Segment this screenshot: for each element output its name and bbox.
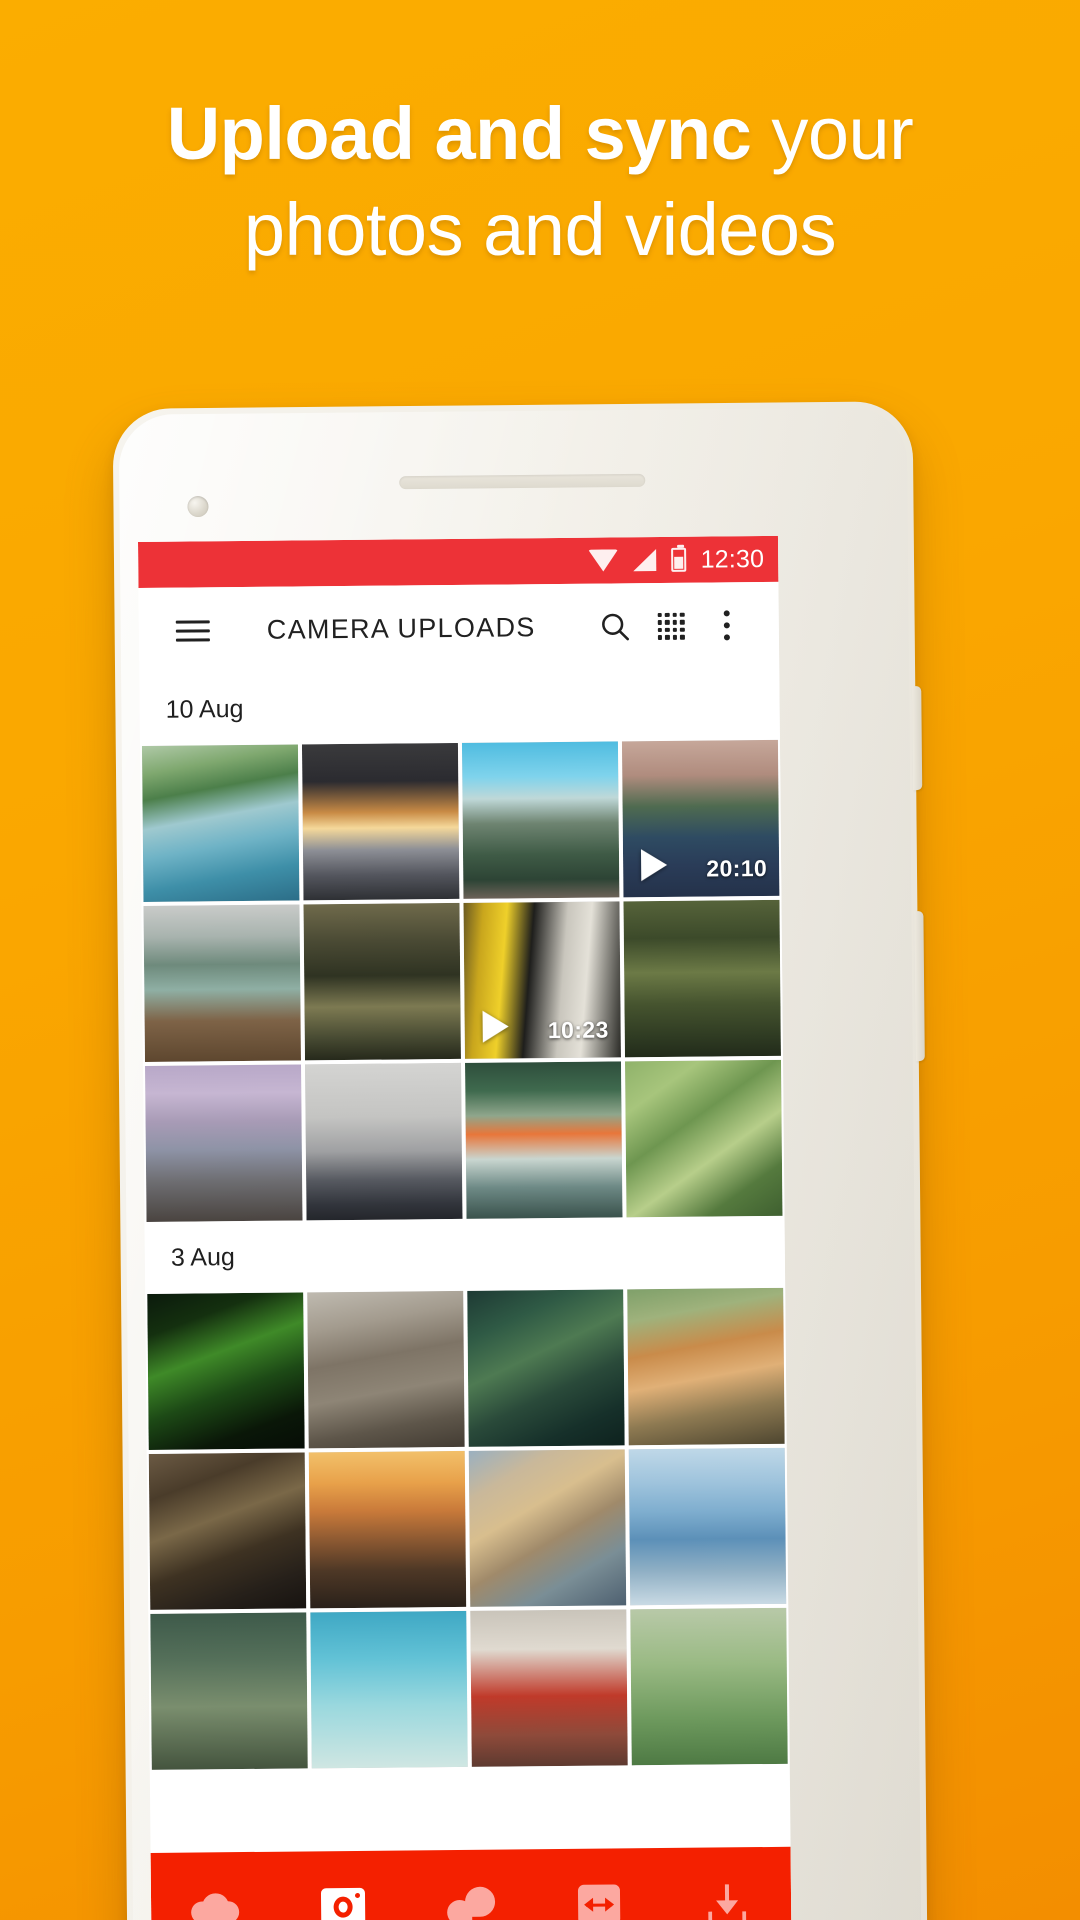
phone-screen: 12:30 CAMERA UPLOADS 10 Aug 20:10 10:23 … — [138, 535, 792, 1920]
battery-icon — [671, 547, 687, 572]
status-clock: 12:30 — [700, 544, 765, 574]
photo-thumbnail[interactable] — [145, 1064, 303, 1222]
cloud-icon — [191, 1893, 239, 1920]
photo-thumbnail[interactable] — [310, 1610, 468, 1769]
overflow-menu-button[interactable] — [699, 597, 756, 654]
toolbar-title: CAMERA UPLOADS — [266, 611, 536, 645]
front-camera-icon — [187, 495, 209, 518]
sunset-sea-stack-photo — [308, 1450, 467, 1609]
glacier-seascape-photo — [628, 1447, 787, 1606]
power-button[interactable] — [912, 686, 923, 791]
status-bar: 12:30 — [138, 535, 779, 588]
headline-rest: your — [751, 92, 914, 175]
photo-thumbnail[interactable] — [305, 1062, 463, 1221]
street-market-photo — [470, 1609, 628, 1767]
search-icon — [602, 613, 629, 641]
photo-thumbnail[interactable] — [307, 1290, 465, 1449]
aerial-river-delta-photo — [467, 1289, 625, 1447]
coral-reef-macro-photo — [468, 1449, 627, 1607]
volume-button[interactable] — [914, 911, 925, 1062]
photo-thumbnail[interactable] — [303, 902, 461, 1061]
green-meadow-photo — [630, 1607, 788, 1766]
photo-thumbnail[interactable] — [627, 1287, 785, 1446]
download-icon — [706, 1882, 748, 1920]
photo-grid: 20:10 10:23 — [139, 739, 785, 1222]
iguana-portrait-photo — [307, 1290, 465, 1449]
impala-deer-photo — [627, 1287, 785, 1446]
play-icon — [482, 1010, 509, 1043]
flamingo-water-photo — [465, 1061, 623, 1219]
alpine-lake-boat-photo — [143, 904, 301, 1062]
headline-line-2: photos and videos — [243, 188, 837, 271]
photo-thumbnail[interactable] — [308, 1450, 467, 1609]
bottom-navigation — [150, 1846, 792, 1920]
video-thumbnail[interactable]: 10:23 — [463, 901, 621, 1059]
grid-view-button[interactable] — [643, 598, 700, 655]
earpiece-speaker — [399, 473, 646, 490]
photo-thumbnail[interactable] — [468, 1449, 627, 1607]
photo-thumbnail[interactable] — [465, 1061, 623, 1219]
photo-thumbnail[interactable] — [467, 1289, 625, 1447]
photo-thumbnail[interactable] — [141, 744, 300, 902]
grey-mountain-ridge-photo — [305, 1062, 463, 1221]
video-duration-badge: 20:10 — [706, 854, 768, 882]
photo-thumbnail[interactable] — [628, 1447, 787, 1606]
nav-cloud[interactable] — [175, 1868, 256, 1920]
mountain-lake-photo — [150, 1612, 308, 1770]
agave-leaves-photo — [625, 1059, 783, 1218]
overflow-menu-icon — [723, 604, 730, 646]
nav-chat[interactable] — [431, 1865, 512, 1920]
turquoise-bay-photo — [310, 1610, 468, 1769]
sunset-sea-arch-photo — [301, 742, 460, 901]
chat-bubbles-icon — [447, 1886, 496, 1920]
photo-thumbnail[interactable] — [147, 1292, 305, 1450]
photo-thumbnail[interactable] — [150, 1612, 308, 1770]
hamburger-menu-button[interactable] — [165, 602, 222, 659]
headline-line-1: Upload and sync your — [0, 86, 1080, 182]
fern-leaves-photo — [147, 1292, 305, 1450]
hamburger-menu-icon — [175, 614, 210, 647]
video-thumbnail[interactable]: 20:10 — [621, 739, 780, 898]
pine-forest-photo — [623, 899, 781, 1058]
photo-thumbnail[interactable] — [470, 1609, 628, 1767]
canyon-aerial-photo — [148, 1452, 307, 1610]
canyon-road-photo — [461, 741, 620, 899]
camera-icon — [320, 1887, 366, 1920]
photo-grid — [145, 1287, 790, 1770]
photo-thumbnail[interactable] — [623, 899, 781, 1058]
photo-thumbnail[interactable] — [143, 904, 301, 1062]
page-title: Upload and sync your photos and videos — [0, 86, 1080, 278]
nav-downloads[interactable] — [687, 1863, 768, 1920]
photo-thumbnail[interactable] — [461, 741, 620, 899]
phone-mockup: 12:30 CAMERA UPLOADS 10 Aug 20:10 10:23 … — [112, 401, 928, 1920]
photo-thumbnail[interactable] — [148, 1452, 307, 1610]
search-button[interactable] — [587, 598, 644, 655]
app-toolbar: CAMERA UPLOADS — [138, 581, 780, 674]
play-icon — [640, 848, 668, 882]
video-duration-badge: 10:23 — [547, 1016, 609, 1044]
date-header: 3 Aug — [144, 1215, 786, 1294]
nav-transfers[interactable] — [559, 1864, 640, 1920]
photo-thumbnail[interactable] — [625, 1059, 783, 1218]
gallery-content[interactable]: 10 Aug 20:10 10:23 3 Aug — [139, 667, 790, 1770]
date-header: 10 Aug — [139, 667, 780, 746]
transfers-arrows-icon — [577, 1884, 621, 1920]
status-icons — [588, 547, 687, 573]
cell-signal-icon — [633, 549, 657, 572]
grid-view-icon — [657, 612, 685, 640]
forest-monkey-photo — [303, 902, 461, 1061]
nav-camera[interactable] — [303, 1867, 384, 1920]
promo-screenshot: Upload and sync your photos and videos 1… — [0, 0, 1080, 1920]
photo-thumbnail[interactable] — [630, 1607, 788, 1766]
coastal-lagoon-photo — [141, 744, 300, 902]
wifi-icon — [588, 549, 619, 572]
purple-mountain-photo — [145, 1064, 303, 1222]
headline-strong: Upload and sync — [166, 92, 752, 175]
photo-thumbnail[interactable] — [301, 742, 460, 901]
